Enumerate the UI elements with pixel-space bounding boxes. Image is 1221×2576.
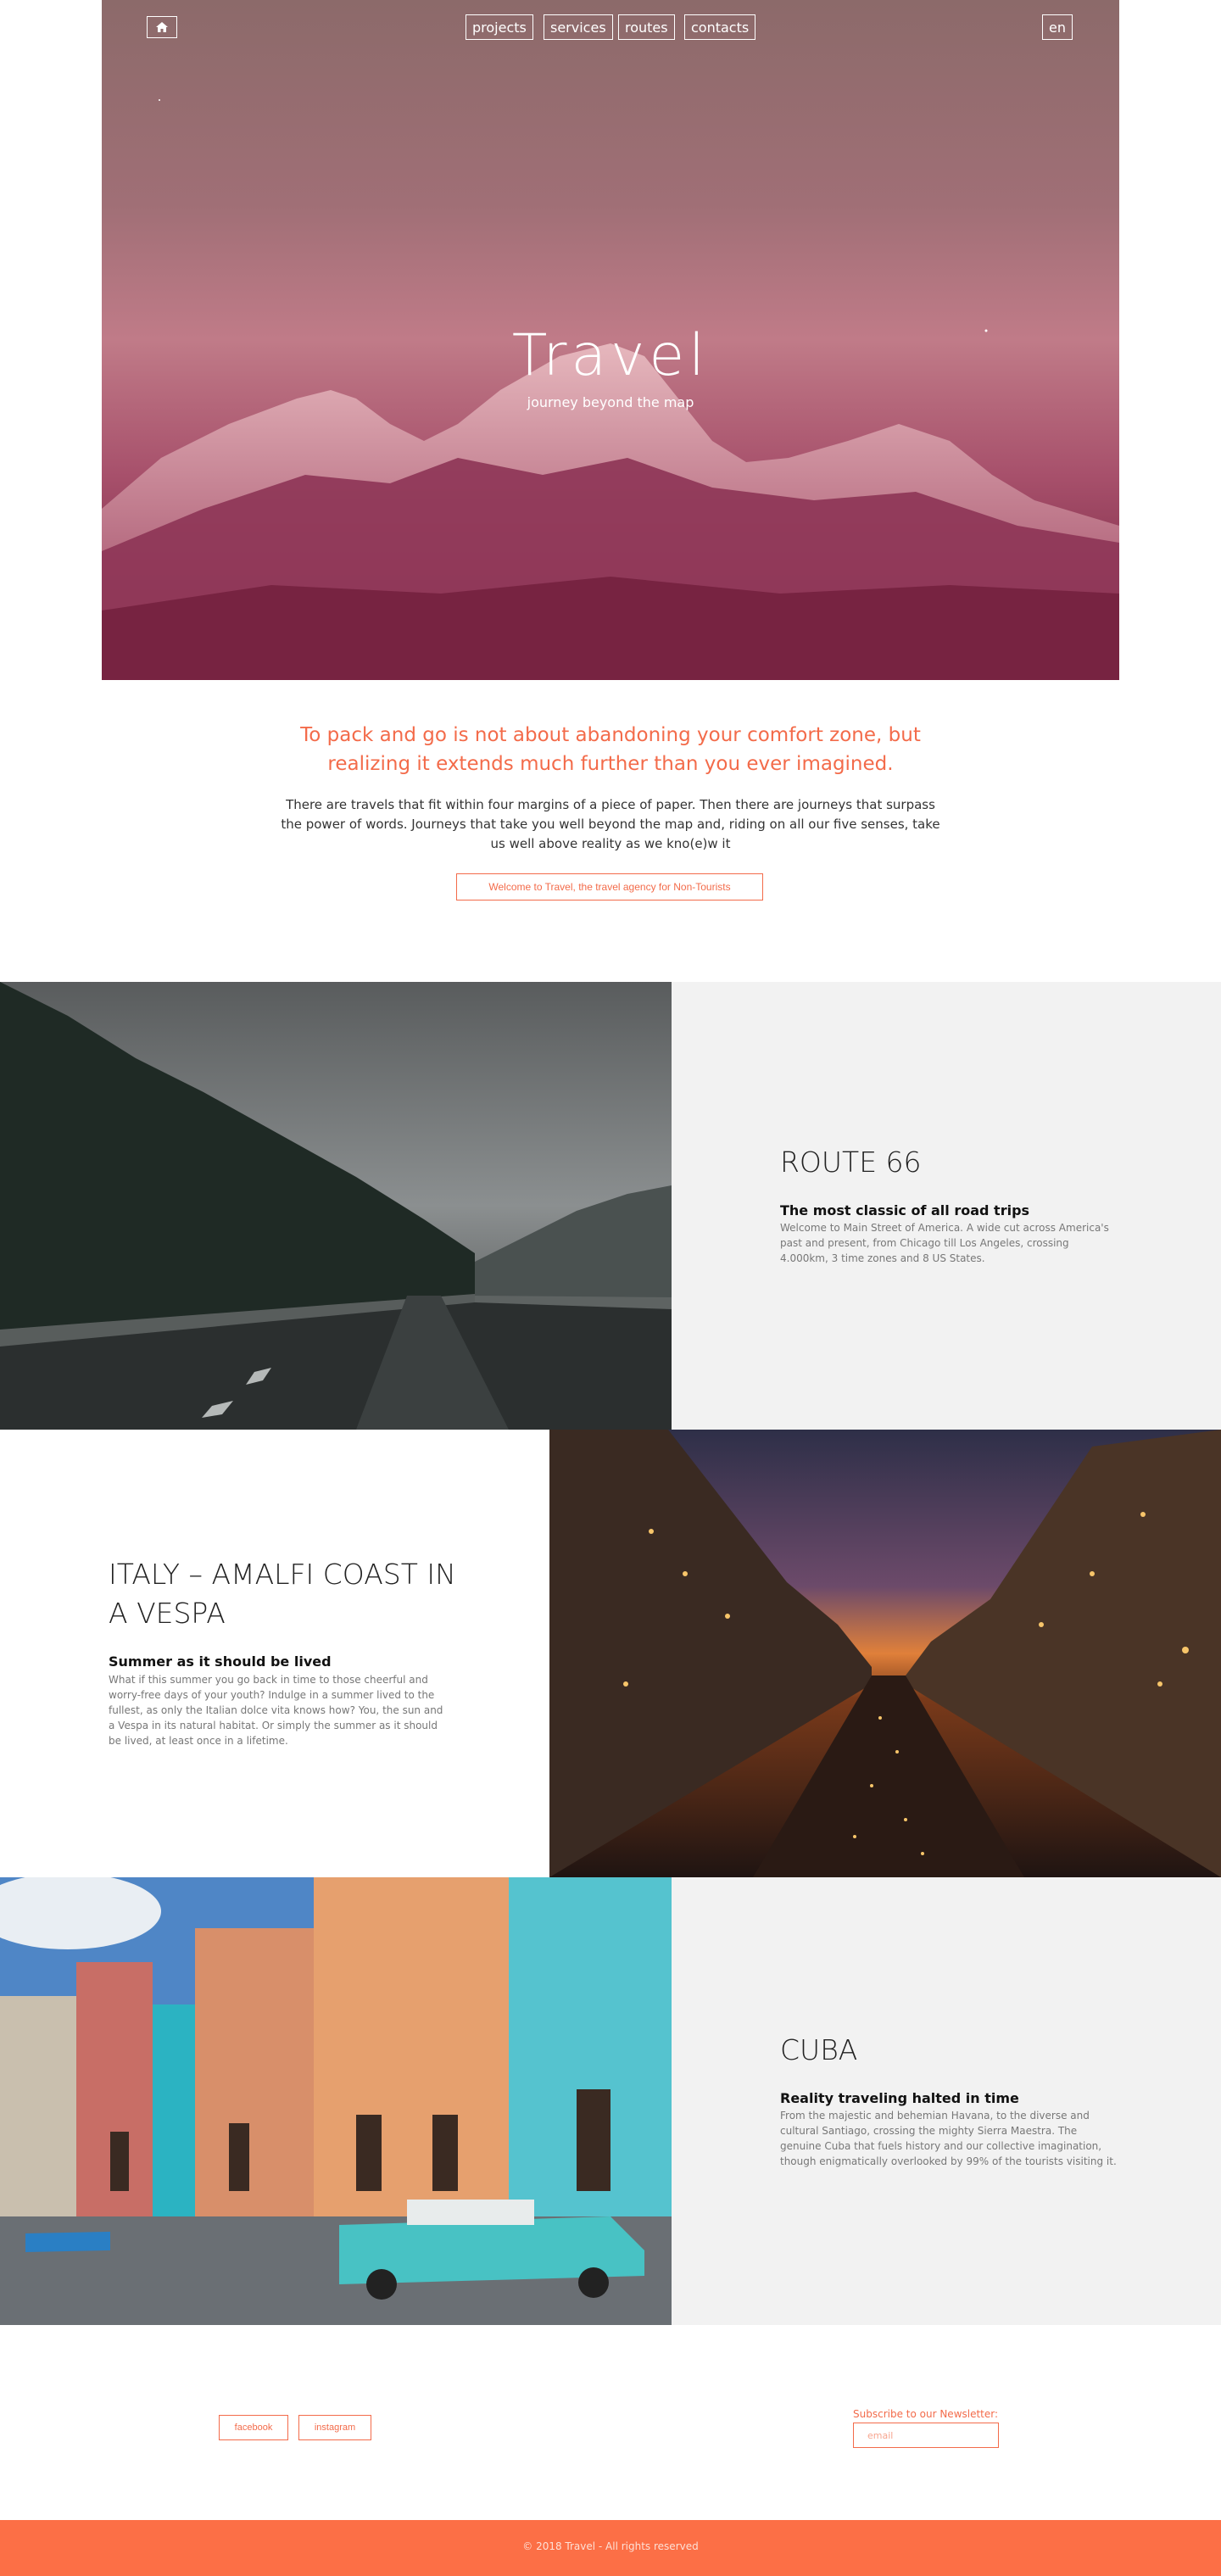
language-button[interactable]: en [1042,14,1073,40]
cuba-panel: CUBA Reality traveling halted in time Fr… [672,1877,1221,2325]
italy-canal-image [549,1430,1221,1877]
nav-routes[interactable]: routes [618,14,675,40]
cuba-title: CUBA [780,2033,858,2066]
nav-projects[interactable]: projects [466,14,533,40]
intro-text: There are travels that fit within four m… [281,797,940,851]
home-button[interactable] [147,16,177,38]
nav-services[interactable]: services [544,14,613,40]
italy-subtitle: Summer as it should be lived [109,1653,332,1670]
hero-subtitle: journey beyond the map [527,394,694,410]
route66-road-image [0,982,672,1430]
hero-title: Travel [511,322,710,389]
route66-subtitle: The most classic of all road trips [780,1202,1030,1218]
italy-panel: ITALY – AMALFI COAST IN A VESPA Summer a… [0,1430,549,1877]
copyright-text: © 2018 Travel - All rights reserved [522,2540,699,2552]
nav-contacts[interactable]: contacts [684,14,756,40]
welcome-button[interactable]: Welcome to Travel, the travel agency for… [456,873,763,900]
facebook-button[interactable]: facebook [219,2415,288,2440]
route66-text: Welcome to Main Street of America. A wid… [780,1222,1109,1264]
cuba-subtitle: Reality traveling halted in time [780,2090,1019,2106]
instagram-button[interactable]: instagram [298,2415,371,2440]
newsletter-label: Subscribe to our Newsletter: [853,2408,999,2420]
newsletter-email-input[interactable] [853,2423,999,2448]
intro-quote: To pack and go is not about abandoning y… [300,724,921,775]
italy-title: ITALY – AMALFI COAST IN A VESPA [109,1558,456,1630]
route66-title: ROUTE 66 [780,1146,922,1179]
cuba-text: From the majestic and behemian Havana, t… [780,2110,1117,2167]
route66-panel: ROUTE 66 The most classic of all road tr… [672,982,1221,1430]
home-icon [156,22,168,32]
hero-banner: projects services routes contacts en Tra… [102,0,1119,680]
cuba-street-image [0,1877,672,2325]
footer-bar: © 2018 Travel - All rights reserved [0,2520,1221,2576]
italy-text: What if this summer you go back in time … [109,1674,443,1747]
